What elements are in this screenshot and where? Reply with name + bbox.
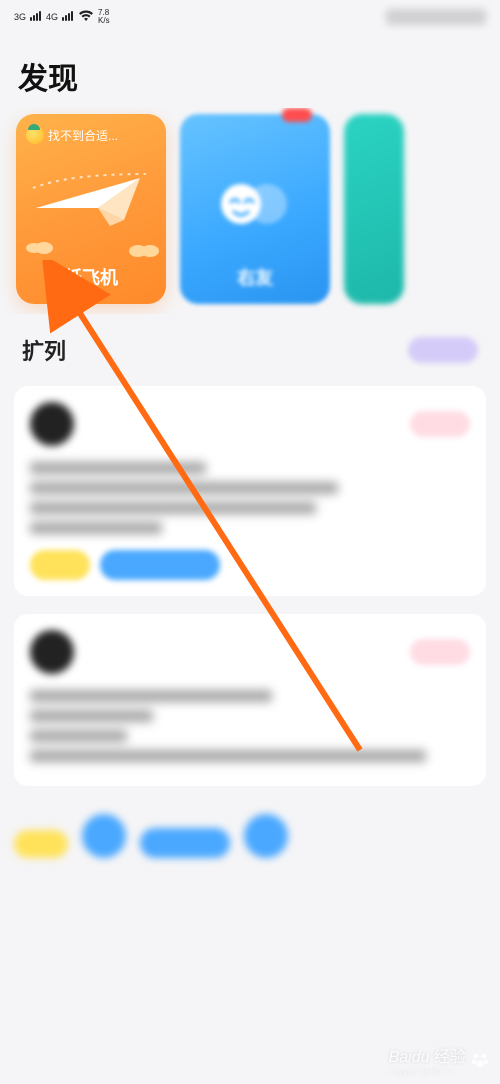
status-left: 3G 4G 7.8 K/s bbox=[14, 9, 110, 25]
signal-bars-icon bbox=[30, 11, 42, 24]
network-label-3g: 3G bbox=[14, 12, 26, 22]
card-friends[interactable]: 右友 bbox=[180, 114, 330, 304]
like-button-blurred[interactable] bbox=[410, 411, 470, 437]
network-label-4g: 4G bbox=[46, 12, 58, 22]
card-tagline: 找不到合适... bbox=[48, 127, 118, 144]
avatar[interactable] bbox=[30, 630, 74, 674]
wifi-icon bbox=[78, 10, 94, 24]
signal-bars-icon bbox=[62, 11, 74, 24]
section-action-blurred[interactable] bbox=[408, 337, 478, 363]
status-bar: 3G 4G 7.8 K/s bbox=[0, 0, 500, 30]
network-speed: 7.8 K/s bbox=[98, 9, 110, 25]
emoji-icon bbox=[26, 126, 44, 144]
section-header: 扩列 bbox=[0, 314, 500, 376]
watermark: Baidu 经验 jingyan.baidu.cn bbox=[389, 1043, 490, 1076]
card-label: 纸飞机 bbox=[16, 264, 166, 290]
post-text-blurred bbox=[30, 462, 470, 534]
discover-cards-row: 找不到合适... 纸飞机 右友 bbox=[0, 108, 500, 314]
status-right-blurred bbox=[386, 9, 486, 25]
feed-item[interactable] bbox=[14, 386, 486, 596]
post-tags-blurred bbox=[30, 550, 470, 580]
feed-list bbox=[0, 376, 500, 814]
section-title: 扩列 bbox=[22, 334, 66, 366]
paw-icon bbox=[470, 1050, 490, 1070]
new-badge bbox=[282, 108, 312, 122]
page-title: 发现 bbox=[0, 30, 500, 108]
feed-item[interactable] bbox=[14, 614, 486, 786]
card-paper-plane[interactable]: 找不到合适... 纸飞机 bbox=[16, 114, 166, 304]
avatar[interactable] bbox=[30, 402, 74, 446]
paper-plane-icon bbox=[28, 168, 154, 238]
watermark-sub: jingyan.baidu.cn bbox=[389, 1067, 466, 1076]
like-button-blurred[interactable] bbox=[410, 639, 470, 665]
watermark-suffix: 经验 bbox=[434, 1049, 466, 1066]
post-text-blurred bbox=[30, 690, 470, 762]
watermark-brand: Baidu bbox=[389, 1049, 430, 1066]
card-label: 右友 bbox=[180, 264, 330, 290]
card-teal[interactable] bbox=[344, 114, 404, 304]
bottom-tags-blurred bbox=[0, 814, 500, 868]
face-icon bbox=[180, 182, 330, 231]
card-header: 找不到合适... bbox=[26, 126, 156, 144]
speed-unit: K/s bbox=[98, 16, 110, 25]
